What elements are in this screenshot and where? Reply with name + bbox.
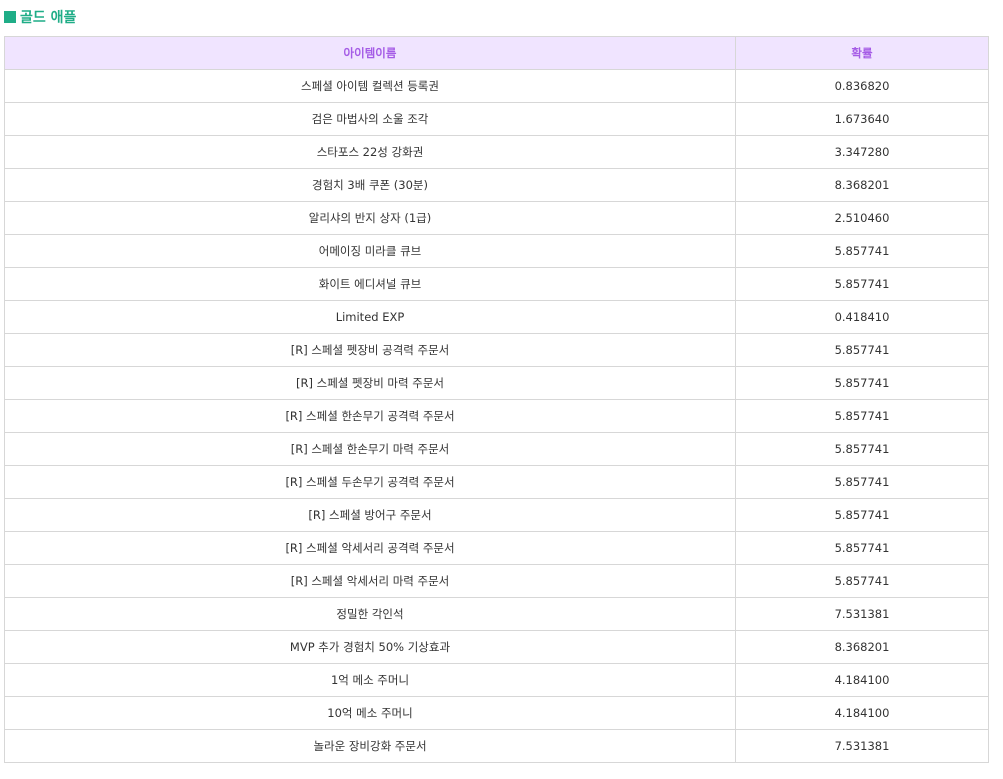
probability-cell: 5.857741 [735, 498, 989, 532]
table-row: 정밀한 각인석 7.531381 [4, 597, 989, 631]
probability-cell: 5.857741 [735, 366, 989, 400]
item-name-cell: 알리샤의 반지 상자 (1급) [4, 201, 736, 235]
table-row: [R] 스페셜 악세서리 마력 주문서 5.857741 [4, 564, 989, 598]
probability-cell: 3.347280 [735, 135, 989, 169]
item-name-cell: [R] 스페셜 펫장비 공격력 주문서 [4, 333, 736, 367]
probability-cell: 5.857741 [735, 267, 989, 301]
item-name-cell: 어메이징 미라클 큐브 [4, 234, 736, 268]
table-row: [R] 스페셜 한손무기 마력 주문서 5.857741 [4, 432, 989, 466]
probability-cell: 0.418410 [735, 300, 989, 334]
probability-cell: 5.857741 [735, 465, 989, 499]
probability-cell: 5.857741 [735, 399, 989, 433]
probability-cell: 8.368201 [735, 630, 989, 664]
item-name-cell: [R] 스페셜 악세서리 공격력 주문서 [4, 531, 736, 565]
column-header-probability: 확률 [735, 36, 989, 70]
item-name-cell: [R] 스페셜 악세서리 마력 주문서 [4, 564, 736, 598]
item-name-cell: 정밀한 각인석 [4, 597, 736, 631]
table-row: 10억 메소 주머니 4.184100 [4, 696, 989, 730]
probability-cell: 1.673640 [735, 102, 989, 136]
probability-cell: 5.857741 [735, 531, 989, 565]
table-row: 검은 마법사의 소울 조각 1.673640 [4, 102, 989, 136]
probability-cell: 4.184100 [735, 696, 989, 730]
probability-page: 골드 애플 아이템이름 확률 스페셜 아이템 컬렉션 등록권 0.836820 검은… [0, 0, 1003, 779]
item-name-cell: 화이트 에디셔널 큐브 [4, 267, 736, 301]
table-row: Limited EXP 0.418410 [4, 300, 989, 334]
item-name-cell: MVP 추가 경험치 50% 기상효과 [4, 630, 736, 664]
probability-cell: 0.836820 [735, 69, 989, 103]
table-row: 어메이징 미라클 큐브 5.857741 [4, 234, 989, 268]
table-row: [R] 스페셜 두손무기 공격력 주문서 5.857741 [4, 465, 989, 499]
item-name-cell: [R] 스페셜 방어구 주문서 [4, 498, 736, 532]
table-row: [R] 스페셜 펫장비 마력 주문서 5.857741 [4, 366, 989, 400]
probability-table: 아이템이름 확률 스페셜 아이템 컬렉션 등록권 0.836820 검은 마법사의 … [4, 36, 989, 763]
probability-cell: 8.368201 [735, 168, 989, 202]
table-header-row: 아이템이름 확률 [4, 36, 989, 70]
table-row: 알리샤의 반지 상자 (1급) 2.510460 [4, 201, 989, 235]
table-row: 놀라운 장비강화 주문서 7.531381 [4, 729, 989, 763]
section-heading: 골드 애플 [4, 6, 76, 28]
table-row: 스타포스 22성 강화권 3.347280 [4, 135, 989, 169]
item-name-cell: [R] 스페셜 두손무기 공격력 주문서 [4, 465, 736, 499]
item-name-cell: 검은 마법사의 소울 조각 [4, 102, 736, 136]
item-name-cell: 놀라운 장비강화 주문서 [4, 729, 736, 763]
probability-cell: 7.531381 [735, 729, 989, 763]
item-name-cell: [R] 스페셜 펫장비 마력 주문서 [4, 366, 736, 400]
table-row: [R] 스페셜 펫장비 공격력 주문서 5.857741 [4, 333, 989, 367]
table-row: 1억 메소 주머니 4.184100 [4, 663, 989, 697]
probability-cell: 5.857741 [735, 333, 989, 367]
item-name-cell: Limited EXP [4, 300, 736, 334]
probability-cell: 4.184100 [735, 663, 989, 697]
item-name-cell: 스페셜 아이템 컬렉션 등록권 [4, 69, 736, 103]
item-name-cell: 스타포스 22성 강화권 [4, 135, 736, 169]
item-name-cell: 10억 메소 주머니 [4, 696, 736, 730]
section-title-text: 골드 애플 [20, 10, 77, 26]
table-row: 화이트 에디셔널 큐브 5.857741 [4, 267, 989, 301]
probability-cell: 7.531381 [735, 597, 989, 631]
item-name-cell: [R] 스페셜 한손무기 공격력 주문서 [4, 399, 736, 433]
table-row: 스페셜 아이템 컬렉션 등록권 0.836820 [4, 69, 989, 103]
table-row: [R] 스페셜 악세서리 공격력 주문서 5.857741 [4, 531, 989, 565]
table-body: 스페셜 아이템 컬렉션 등록권 0.836820 검은 마법사의 소울 조각 1.67… [4, 69, 989, 763]
table-row: 경험치 3배 쿠폰 (30분) 8.368201 [4, 168, 989, 202]
square-bullet-icon [4, 11, 16, 23]
item-name-cell: [R] 스페셜 한손무기 마력 주문서 [4, 432, 736, 466]
probability-cell: 5.857741 [735, 234, 989, 268]
probability-cell: 5.857741 [735, 432, 989, 466]
item-name-cell: 경험치 3배 쿠폰 (30분) [4, 168, 736, 202]
probability-cell: 5.857741 [735, 564, 989, 598]
probability-cell: 2.510460 [735, 201, 989, 235]
table-row: [R] 스페셜 한손무기 공격력 주문서 5.857741 [4, 399, 989, 433]
item-name-cell: 1억 메소 주머니 [4, 663, 736, 697]
column-header-item-name: 아이템이름 [4, 36, 736, 70]
table-row: [R] 스페셜 방어구 주문서 5.857741 [4, 498, 989, 532]
table-row: MVP 추가 경험치 50% 기상효과 8.368201 [4, 630, 989, 664]
